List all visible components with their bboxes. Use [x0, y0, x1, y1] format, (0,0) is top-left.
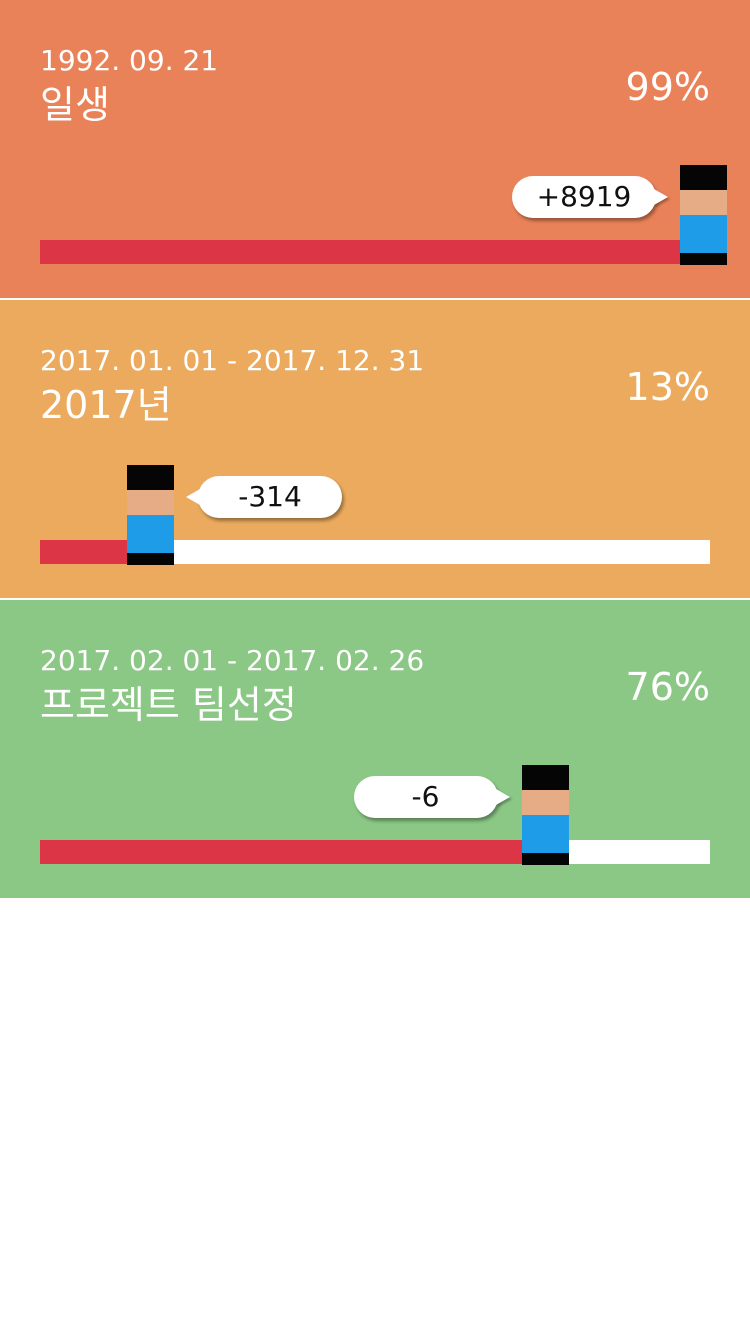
avatar-face — [521, 790, 569, 815]
app-screen: 1992. 09. 21 일생 99% +8919 2017. 01. 01 -… — [0, 0, 750, 1334]
days-remaining-bubble: +8919 — [512, 176, 656, 218]
progress-fill — [40, 540, 127, 564]
progress-track — [40, 240, 710, 264]
avatar-shirt — [680, 215, 727, 253]
card-date-range: 2017. 02. 01 - 2017. 02. 26 — [40, 644, 425, 677]
progress-fill — [40, 240, 703, 264]
avatar-face — [127, 490, 174, 515]
days-remaining-bubble: -314 — [186, 476, 342, 518]
card-percent: 99% — [625, 65, 710, 109]
avatar-shirt — [127, 515, 174, 553]
progress-fill — [40, 840, 549, 864]
dday-card-year-2017[interactable]: 2017. 01. 01 - 2017. 12. 31 2017년 13% -3… — [0, 300, 750, 598]
pixel-person-avatar — [680, 165, 727, 265]
dday-card-lifetime[interactable]: 1992. 09. 21 일생 99% +8919 — [0, 0, 750, 298]
avatar-shoes — [680, 253, 727, 265]
pixel-person-avatar — [127, 465, 174, 565]
avatar-hair — [680, 165, 727, 190]
card-percent: 76% — [625, 665, 710, 709]
card-date-range: 1992. 09. 21 — [40, 44, 219, 77]
card-title: 2017년 — [40, 383, 172, 427]
card-title: 프로젝트 팀선정 — [40, 683, 297, 727]
avatar-shirt — [521, 815, 569, 853]
progress-track — [40, 840, 710, 864]
card-percent: 13% — [625, 365, 710, 409]
pixel-person-avatar — [521, 765, 569, 865]
avatar-hair — [521, 765, 569, 790]
dday-card-project-team[interactable]: 2017. 02. 01 - 2017. 02. 26 프로젝트 팀선정 76%… — [0, 600, 750, 898]
card-title: 일생 — [40, 83, 110, 127]
avatar-hair — [127, 465, 174, 490]
avatar-shoes — [127, 553, 174, 565]
avatar-face — [680, 190, 727, 215]
days-remaining-bubble: -6 — [353, 776, 498, 818]
card-date-range: 2017. 01. 01 - 2017. 12. 31 — [40, 344, 425, 377]
avatar-shoes — [521, 853, 569, 865]
